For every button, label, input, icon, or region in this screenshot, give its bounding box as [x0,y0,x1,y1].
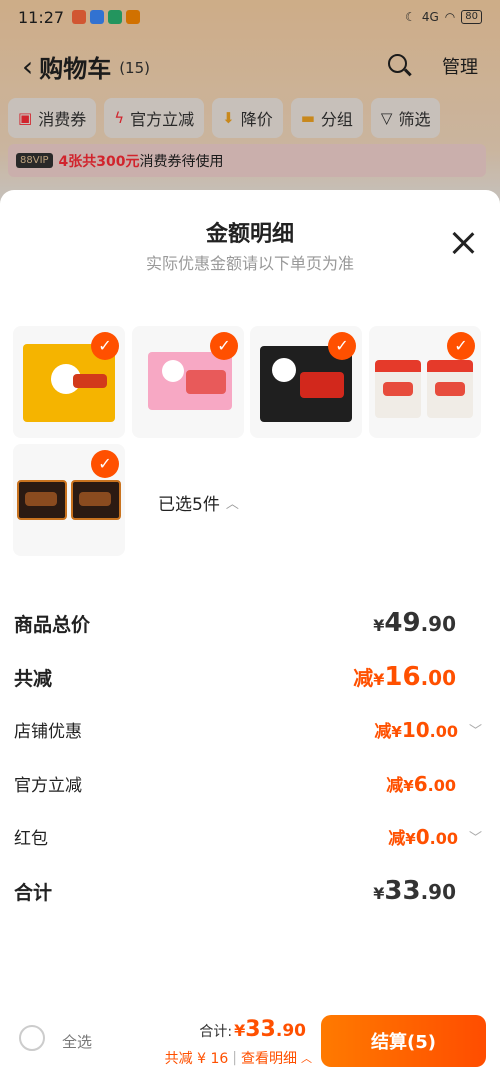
amount-integer: 49 [384,608,421,638]
discount-prefix: 减 [388,829,406,849]
total-price: 合计: ¥ 33 .90 [199,1017,306,1042]
row-label: 店铺优惠 [14,722,82,742]
row-subtotal: 商品总价 ¥ 49 .90 [14,608,482,638]
currency: ¥ [391,723,402,741]
mascot-shape [272,358,296,382]
row-store-discount[interactable]: 店铺优惠 减 ¥ 10 .00 ﹀ [14,717,482,742]
label-shape [79,492,111,506]
total-label: 合计: [199,1024,233,1040]
chevron-up-icon: ︿ [301,1052,312,1065]
amount-decimal: .90 [420,612,456,636]
product-thumbnail[interactable]: ✓ [250,326,362,438]
check-icon[interactable]: ✓ [91,332,119,360]
label-shape [25,492,57,506]
select-all-radio[interactable] [19,1025,45,1051]
label-shape [73,374,107,388]
amount-integer: 33 [384,876,421,906]
amount-decimal: .90 [275,1021,306,1041]
currency: ¥ [234,1021,246,1040]
check-icon[interactable]: ✓ [447,332,475,360]
check-icon[interactable]: ✓ [210,332,238,360]
row-amount: 减 ¥ 0 .00 [388,824,458,849]
amount-decimal: .90 [420,880,456,904]
row-label: 官方立减 [14,776,82,796]
product-thumbnail[interactable]: ✓ [13,326,125,438]
product-thumbnail[interactable]: ✓ [13,444,125,556]
row-amount: 减 ¥ 6 .00 [386,771,456,796]
check-icon[interactable]: ✓ [328,332,356,360]
row-amount: ¥ 33 .90 [373,876,456,906]
currency: ¥ [373,616,385,635]
row-red-packet[interactable]: 红包 减 ¥ 0 .00 ﹀ [14,824,482,849]
chevron-down-icon: ﹀ [468,831,482,846]
amount-integer: 16 [384,662,421,692]
chevron-up-icon: ︿ [225,497,239,512]
amount-decimal: .00 [420,666,456,690]
currency: ¥ [373,670,385,689]
product-thumbnail[interactable]: ✓ [132,326,244,438]
currency: ¥ [405,830,416,848]
label-shape [186,370,226,394]
checkout-button[interactable]: 结算(5) [321,1015,486,1067]
row-label: 共减 [14,667,53,690]
amount-integer: 10 [401,718,430,742]
amount-decimal: .00 [429,829,458,848]
separator: | [232,1050,237,1066]
row-total-discount: 共减 减 ¥ 16 .00 [14,662,482,692]
row-label: 合计 [14,881,53,904]
row-grand-total: 合计 ¥ 33 .90 [14,876,482,906]
row-label: 商品总价 [14,613,91,636]
sheet-title: 金额明细 [205,222,294,247]
currency: ¥ [403,777,414,795]
details-link: 查看明细 [241,1051,297,1067]
selected-count: 已选5件 [158,495,220,515]
chevron-down-icon: ﹀ [468,724,482,739]
currency: ¥ [373,884,385,903]
amount-integer: 33 [245,1017,276,1042]
product-thumbnail[interactable]: ✓ [369,326,481,438]
select-all-label[interactable]: 全选 [62,1031,92,1052]
discount-prefix: 减 [374,722,392,742]
amount-integer: 6 [413,772,428,796]
checkout-bar: 全选 合计: ¥ 33 .90 共减 ¥ 16 | 查看明细 ︿ 结算(5) [0,1007,500,1073]
mascot-shape [162,360,184,382]
discount-prefix: 减 [386,776,404,796]
amount-decimal: .00 [427,776,456,795]
row-official-discount: 官方立减 减 ¥ 6 .00 [14,771,482,796]
discount-prefix: 减 [353,666,374,690]
row-amount: ¥ 49 .90 [373,608,456,638]
amount-decimal: .00 [429,722,458,741]
check-icon[interactable]: ✓ [91,450,119,478]
selected-count-toggle[interactable]: 已选5件 ︿ [158,490,239,515]
saving-details-link[interactable]: 共减 ¥ 16 | 查看明细 ︿ [165,1048,312,1068]
amount-integer: 0 [415,825,430,849]
row-amount: 减 ¥ 16 .00 [353,662,456,692]
close-icon[interactable] [450,230,476,256]
label-shape [300,372,344,398]
row-amount: 减 ¥ 10 .00 [374,717,458,742]
price-details-sheet: 金额明细 实际优惠金额请以下单页为准 ✓ ✓ ✓ ✓ ✓ 已选5件 ︿ 商品总价… [0,190,500,1073]
sheet-subtitle: 实际优惠金额请以下单页为准 [145,254,354,273]
saving-amount: 共减 ¥ 16 [164,1051,229,1067]
row-label: 红包 [14,829,48,849]
label-shape [383,382,413,396]
label-shape [435,382,465,396]
